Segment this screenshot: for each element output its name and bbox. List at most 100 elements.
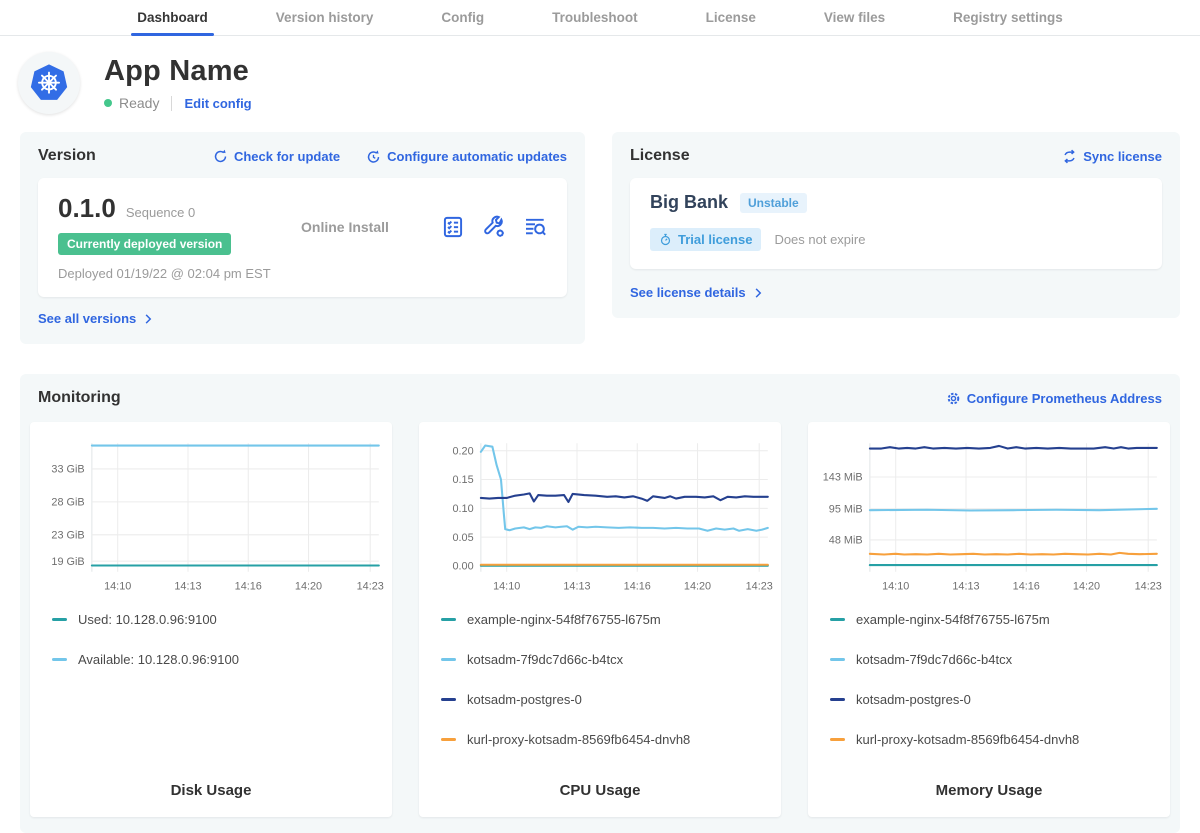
tab-version-history[interactable]: Version history xyxy=(270,0,380,35)
legend-item: kotsadm-postgres-0 xyxy=(830,692,1162,707)
chevron-right-icon xyxy=(142,313,154,325)
chart-card-memory-usage: 14:1014:1314:1614:2014:23143 MiB95 MiB48… xyxy=(808,422,1170,817)
top-nav: Dashboard Version history Config Troublesho… xyxy=(0,0,1200,36)
edit-config-link[interactable]: Edit config xyxy=(184,96,251,111)
chart-card-disk-usage: 14:1014:1314:1614:2014:2333 GiB28 GiB23 … xyxy=(30,422,392,817)
legend-label: kotsadm-7f9dc7d66c-b4tcx xyxy=(467,652,623,667)
check-for-update-link[interactable]: Check for update xyxy=(213,149,340,164)
customer-name: Big Bank xyxy=(650,192,728,213)
tab-troubleshoot[interactable]: Troubleshoot xyxy=(546,0,644,35)
legend-label: example-nginx-54f8f76755-l675m xyxy=(856,612,1050,627)
version-number: 0.1.0 xyxy=(58,193,116,224)
legend-label: kotsadm-postgres-0 xyxy=(467,692,582,707)
legend-item: Used: 10.128.0.96:9100 xyxy=(52,612,384,627)
clock-refresh-icon xyxy=(366,149,381,164)
legend-swatch xyxy=(830,738,845,741)
version-sequence: Sequence 0 xyxy=(126,205,195,220)
x-tick-label: 14:20 xyxy=(295,580,322,592)
install-type: Online Install xyxy=(283,219,441,235)
tab-view-files[interactable]: View files xyxy=(818,0,891,35)
check-for-update-label: Check for update xyxy=(234,149,340,164)
x-tick-label: 14:23 xyxy=(1135,580,1162,592)
legend-item: example-nginx-54f8f76755-l675m xyxy=(830,612,1162,627)
deployed-badge: Currently deployed version xyxy=(58,233,231,255)
see-all-versions-link[interactable]: See all versions xyxy=(38,311,154,326)
y-tick-label: 48 MiB xyxy=(829,535,863,547)
deploy-logs-icon[interactable] xyxy=(523,215,547,239)
legend-item: kurl-proxy-kotsadm-8569fb6454-dnvh8 xyxy=(830,732,1162,747)
kubernetes-logo-icon xyxy=(26,60,72,106)
see-license-details-link[interactable]: See license details xyxy=(630,285,764,300)
x-tick-label: 14:13 xyxy=(952,580,979,592)
legend-label: example-nginx-54f8f76755-l675m xyxy=(467,612,661,627)
y-tick-label: 0.15 xyxy=(452,474,473,486)
y-tick-label: 95 MiB xyxy=(829,503,863,515)
sync-license-label: Sync license xyxy=(1083,149,1162,164)
stopwatch-icon xyxy=(659,233,672,246)
nav-tabs: Dashboard Version history Config Troublesho… xyxy=(131,0,1068,35)
chart-plot: 14:1014:1314:1614:2014:23143 MiB95 MiB48… xyxy=(816,436,1162,596)
current-version-card: 0.1.0 Sequence 0 Currently deployed vers… xyxy=(38,178,567,297)
legend-label: Used: 10.128.0.96:9100 xyxy=(78,612,217,627)
config-wrench-icon[interactable] xyxy=(482,215,506,239)
y-tick-label: 33 GiB xyxy=(51,464,84,476)
y-tick-label: 23 GiB xyxy=(51,529,84,541)
legend-label: kotsadm-postgres-0 xyxy=(856,692,971,707)
tab-license[interactable]: License xyxy=(700,0,762,35)
legend-swatch xyxy=(441,698,456,701)
configure-prometheus-label: Configure Prometheus Address xyxy=(967,391,1162,406)
series-line-1 xyxy=(481,446,768,531)
y-tick-label: 28 GiB xyxy=(51,497,84,509)
preflight-checks-icon[interactable] xyxy=(441,215,465,239)
x-tick-label: 14:10 xyxy=(104,580,131,592)
sync-license-link[interactable]: Sync license xyxy=(1062,149,1162,164)
series-line-2 xyxy=(870,446,1157,449)
x-tick-label: 14:16 xyxy=(235,580,262,592)
tab-config[interactable]: Config xyxy=(435,0,490,35)
legend-swatch xyxy=(52,658,67,661)
deployed-timestamp: Deployed 01/19/22 @ 02:04 pm EST xyxy=(58,266,283,281)
sync-arrows-icon xyxy=(1062,149,1077,164)
x-tick-label: 14:10 xyxy=(882,580,909,592)
y-tick-label: 0.05 xyxy=(452,532,473,544)
chart-legend: example-nginx-54f8f76755-l675m kotsadm-7f… xyxy=(441,612,773,772)
trial-license-label: Trial license xyxy=(678,232,752,247)
legend-item: kotsadm-postgres-0 xyxy=(441,692,773,707)
license-panel: License Sync license Big Bank Unstable xyxy=(612,132,1180,318)
license-expiry: Does not expire xyxy=(774,232,865,247)
legend-item: example-nginx-54f8f76755-l675m xyxy=(441,612,773,627)
x-tick-label: 14:23 xyxy=(746,580,773,592)
y-tick-label: 143 MiB xyxy=(823,472,863,484)
chart-plot: 14:1014:1314:1614:2014:2333 GiB28 GiB23 … xyxy=(38,436,384,596)
y-tick-label: 0.10 xyxy=(452,503,473,515)
status-dot xyxy=(104,99,112,107)
legend-label: Available: 10.128.0.96:9100 xyxy=(78,652,239,667)
tab-dashboard[interactable]: Dashboard xyxy=(131,0,214,35)
tab-registry-settings[interactable]: Registry settings xyxy=(947,0,1069,35)
series-line-2 xyxy=(481,493,768,502)
series-line-3 xyxy=(870,553,1157,555)
legend-swatch xyxy=(830,618,845,621)
monitoring-panel: Monitoring Configure Prometheus Address … xyxy=(20,374,1180,833)
legend-swatch xyxy=(441,738,456,741)
chart-card-cpu-usage: 14:1014:1314:1614:2014:230.200.150.100.0… xyxy=(419,422,781,817)
x-tick-label: 14:16 xyxy=(1013,580,1040,592)
version-heading: Version xyxy=(38,147,96,165)
configure-auto-updates-link[interactable]: Configure automatic updates xyxy=(366,149,567,164)
legend-swatch xyxy=(830,658,845,661)
chart-title: Disk Usage xyxy=(38,782,384,801)
chart-title: CPU Usage xyxy=(427,782,773,801)
see-all-versions-label: See all versions xyxy=(38,311,136,326)
x-tick-label: 14:16 xyxy=(624,580,651,592)
gear-icon xyxy=(946,391,961,406)
legend-label: kurl-proxy-kotsadm-8569fb6454-dnvh8 xyxy=(467,732,690,747)
legend-label: kotsadm-7f9dc7d66c-b4tcx xyxy=(856,652,1012,667)
legend-swatch xyxy=(441,658,456,661)
refresh-icon xyxy=(213,149,228,164)
legend-item: kotsadm-7f9dc7d66c-b4tcx xyxy=(830,652,1162,667)
legend-swatch xyxy=(830,698,845,701)
x-tick-label: 14:13 xyxy=(563,580,590,592)
x-tick-label: 14:23 xyxy=(357,580,384,592)
configure-auto-updates-label: Configure automatic updates xyxy=(387,149,567,164)
configure-prometheus-link[interactable]: Configure Prometheus Address xyxy=(946,391,1162,406)
